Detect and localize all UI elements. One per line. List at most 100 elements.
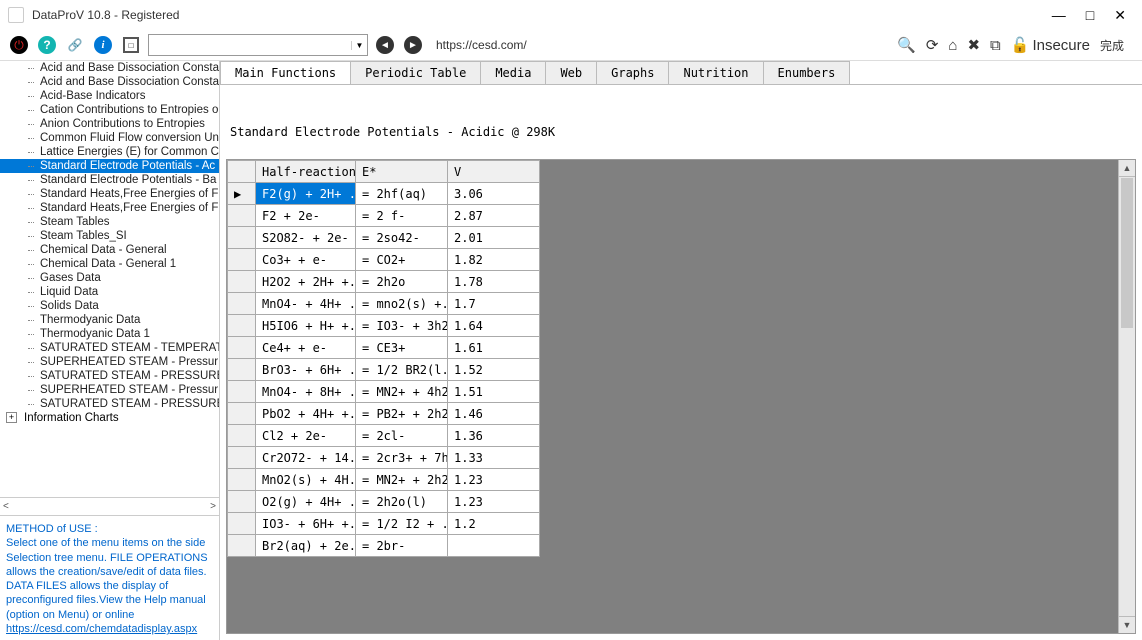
cell-half-reaction[interactable]: O2(g) + 4H+ ... xyxy=(256,491,356,513)
cell-product[interactable]: = 1/2 I2 + ... xyxy=(356,513,448,535)
row-header[interactable] xyxy=(228,293,256,315)
row-header[interactable] xyxy=(228,381,256,403)
tree-item[interactable]: Thermodyanic Data 1 xyxy=(0,327,219,341)
scroll-left-button[interactable]: < xyxy=(3,501,9,512)
tab-media[interactable]: Media xyxy=(480,61,546,84)
cell-half-reaction[interactable]: Co3+ + e- xyxy=(256,249,356,271)
tree-item[interactable]: Standard Heats,Free Energies of F xyxy=(0,187,219,201)
row-header[interactable] xyxy=(228,359,256,381)
cell-voltage[interactable]: 2.01 xyxy=(448,227,540,249)
table-row[interactable]: S2O82- + 2e-= 2so42-2.01 xyxy=(228,227,540,249)
search-icon[interactable]: 🔍 xyxy=(897,36,916,54)
cell-voltage[interactable]: 1.52 xyxy=(448,359,540,381)
tab-nutrition[interactable]: Nutrition xyxy=(668,61,763,84)
cell-voltage[interactable]: 1.23 xyxy=(448,491,540,513)
close-icon[interactable]: ✖ xyxy=(967,36,980,54)
cell-voltage[interactable] xyxy=(448,535,540,557)
table-row[interactable]: ▶F2(g) + 2H+ ...= 2hf(aq)3.06 xyxy=(228,183,540,205)
tree-item[interactable]: Liquid Data xyxy=(0,285,219,299)
tree-item[interactable]: Common Fluid Flow conversion Un xyxy=(0,131,219,145)
chevron-down-icon[interactable]: ▼ xyxy=(351,41,367,50)
data-grid[interactable]: Half-reactionE*V▶F2(g) + 2H+ ...= 2hf(aq… xyxy=(227,160,540,557)
link-button[interactable]: 🔗 xyxy=(64,34,86,56)
tree-item[interactable]: Acid and Base Dissociation Consta xyxy=(0,75,219,89)
row-header[interactable] xyxy=(228,205,256,227)
close-button[interactable]: ✕ xyxy=(1114,7,1126,24)
tree-item[interactable]: Thermodyanic Data xyxy=(0,313,219,327)
tree-item[interactable]: SATURATED STEAM - PRESSURE xyxy=(0,397,219,411)
cell-product[interactable]: = 2so42- xyxy=(356,227,448,249)
row-header[interactable] xyxy=(228,513,256,535)
cell-half-reaction[interactable]: MnO4- + 8H+ ... xyxy=(256,381,356,403)
security-indicator[interactable]: 🔓Insecure xyxy=(1011,36,1090,54)
nav-forward-button[interactable]: ► xyxy=(402,34,424,56)
tree-item[interactable]: SATURATED STEAM - TEMPERAT xyxy=(0,341,219,355)
tree-root-item[interactable]: +Information Charts xyxy=(0,411,219,425)
cell-half-reaction[interactable]: IO3- + 6H+ +... xyxy=(256,513,356,535)
tree-item[interactable]: Acid-Base Indicators xyxy=(0,89,219,103)
cell-product[interactable]: = 2h2o(l) xyxy=(356,491,448,513)
row-header[interactable] xyxy=(228,271,256,293)
row-header[interactable] xyxy=(228,469,256,491)
scroll-up-button[interactable]: ▲ xyxy=(1119,160,1135,177)
cell-voltage[interactable]: 1.33 xyxy=(448,447,540,469)
tree-item[interactable]: SUPERHEATED STEAM - Pressur xyxy=(0,383,219,397)
tab-enumbers[interactable]: Enumbers xyxy=(763,61,851,84)
row-header[interactable] xyxy=(228,337,256,359)
tree-item[interactable]: Standard Electrode Potentials - Ba xyxy=(0,173,219,187)
cell-voltage[interactable]: 1.7 xyxy=(448,293,540,315)
tree-item[interactable]: Steam Tables_SI xyxy=(0,229,219,243)
cell-voltage[interactable]: 2.87 xyxy=(448,205,540,227)
tree-item[interactable]: SUPERHEATED STEAM - Pressur xyxy=(0,355,219,369)
help-link[interactable]: https://cesd.com/chemdatadisplay.aspx xyxy=(6,623,197,635)
cell-product[interactable]: = PB2+ + 2h2o xyxy=(356,403,448,425)
row-header[interactable] xyxy=(228,535,256,557)
cell-product[interactable]: = MN2+ + 4h2o xyxy=(356,381,448,403)
row-header[interactable] xyxy=(228,425,256,447)
table-row[interactable]: PbO2 + 4H+ +...= PB2+ + 2h2o1.46 xyxy=(228,403,540,425)
row-header[interactable] xyxy=(228,447,256,469)
cell-voltage[interactable]: 1.78 xyxy=(448,271,540,293)
tree-item[interactable]: Steam Tables xyxy=(0,215,219,229)
table-row[interactable]: Co3+ + e-= CO2+1.82 xyxy=(228,249,540,271)
table-row[interactable]: MnO2(s) + 4H...= MN2+ + 2h2o1.23 xyxy=(228,469,540,491)
table-row[interactable]: BrO3- + 6H+ ...= 1/2 BR2(l...1.52 xyxy=(228,359,540,381)
cell-product[interactable]: = 2br- xyxy=(356,535,448,557)
frame-button[interactable]: □ xyxy=(120,34,142,56)
cell-half-reaction[interactable]: F2(g) + 2H+ ... xyxy=(256,183,356,205)
row-header[interactable] xyxy=(228,249,256,271)
expand-icon[interactable]: + xyxy=(6,412,17,423)
cell-half-reaction[interactable]: MnO2(s) + 4H... xyxy=(256,469,356,491)
refresh-icon[interactable]: ⟳ xyxy=(926,36,939,54)
power-button[interactable] xyxy=(8,34,30,56)
row-header[interactable]: ▶ xyxy=(228,183,256,205)
tree-item[interactable]: Chemical Data - General xyxy=(0,243,219,257)
tree-item[interactable]: Lattice Energies (E) for Common C xyxy=(0,145,219,159)
cell-voltage[interactable]: 3.06 xyxy=(448,183,540,205)
url-combobox[interactable]: ▼ xyxy=(148,34,368,56)
table-row[interactable]: O2(g) + 4H+ ...= 2h2o(l)1.23 xyxy=(228,491,540,513)
cell-product[interactable]: = 2h2o xyxy=(356,271,448,293)
scroll-right-button[interactable]: > xyxy=(210,501,216,512)
nav-back-button[interactable]: ◄ xyxy=(374,34,396,56)
cell-half-reaction[interactable]: BrO3- + 6H+ ... xyxy=(256,359,356,381)
grid-vertical-scrollbar[interactable]: ▲ ▼ xyxy=(1118,160,1135,633)
tree-item[interactable]: SATURATED STEAM - PRESSURE xyxy=(0,369,219,383)
cell-half-reaction[interactable]: H5IO6 + H+ +... xyxy=(256,315,356,337)
cell-half-reaction[interactable]: Br2(aq) + 2e... xyxy=(256,535,356,557)
tree-item[interactable]: Standard Electrode Potentials - Ac xyxy=(0,159,219,173)
table-row[interactable]: Ce4+ + e-= CE3+1.61 xyxy=(228,337,540,359)
cell-product[interactable]: = MN2+ + 2h2o xyxy=(356,469,448,491)
cell-product[interactable]: = IO3- + 3h2o xyxy=(356,315,448,337)
category-tree[interactable]: Acid and Base Dissociation ConstaAcid an… xyxy=(0,61,219,497)
tab-main-functions[interactable]: Main Functions xyxy=(220,61,351,84)
cell-product[interactable]: = CO2+ xyxy=(356,249,448,271)
table-row[interactable]: H2O2 + 2H+ +...= 2h2o1.78 xyxy=(228,271,540,293)
copy-icon[interactable]: ⧉ xyxy=(990,37,1001,54)
column-header[interactable]: E* xyxy=(356,161,448,183)
cell-half-reaction[interactable]: S2O82- + 2e- xyxy=(256,227,356,249)
scroollbar-thumb[interactable] xyxy=(1121,178,1133,328)
tree-item[interactable]: Anion Contributions to Entropies xyxy=(0,117,219,131)
tree-item[interactable]: Cation Contributions to Entropies o xyxy=(0,103,219,117)
cell-voltage[interactable]: 1.61 xyxy=(448,337,540,359)
